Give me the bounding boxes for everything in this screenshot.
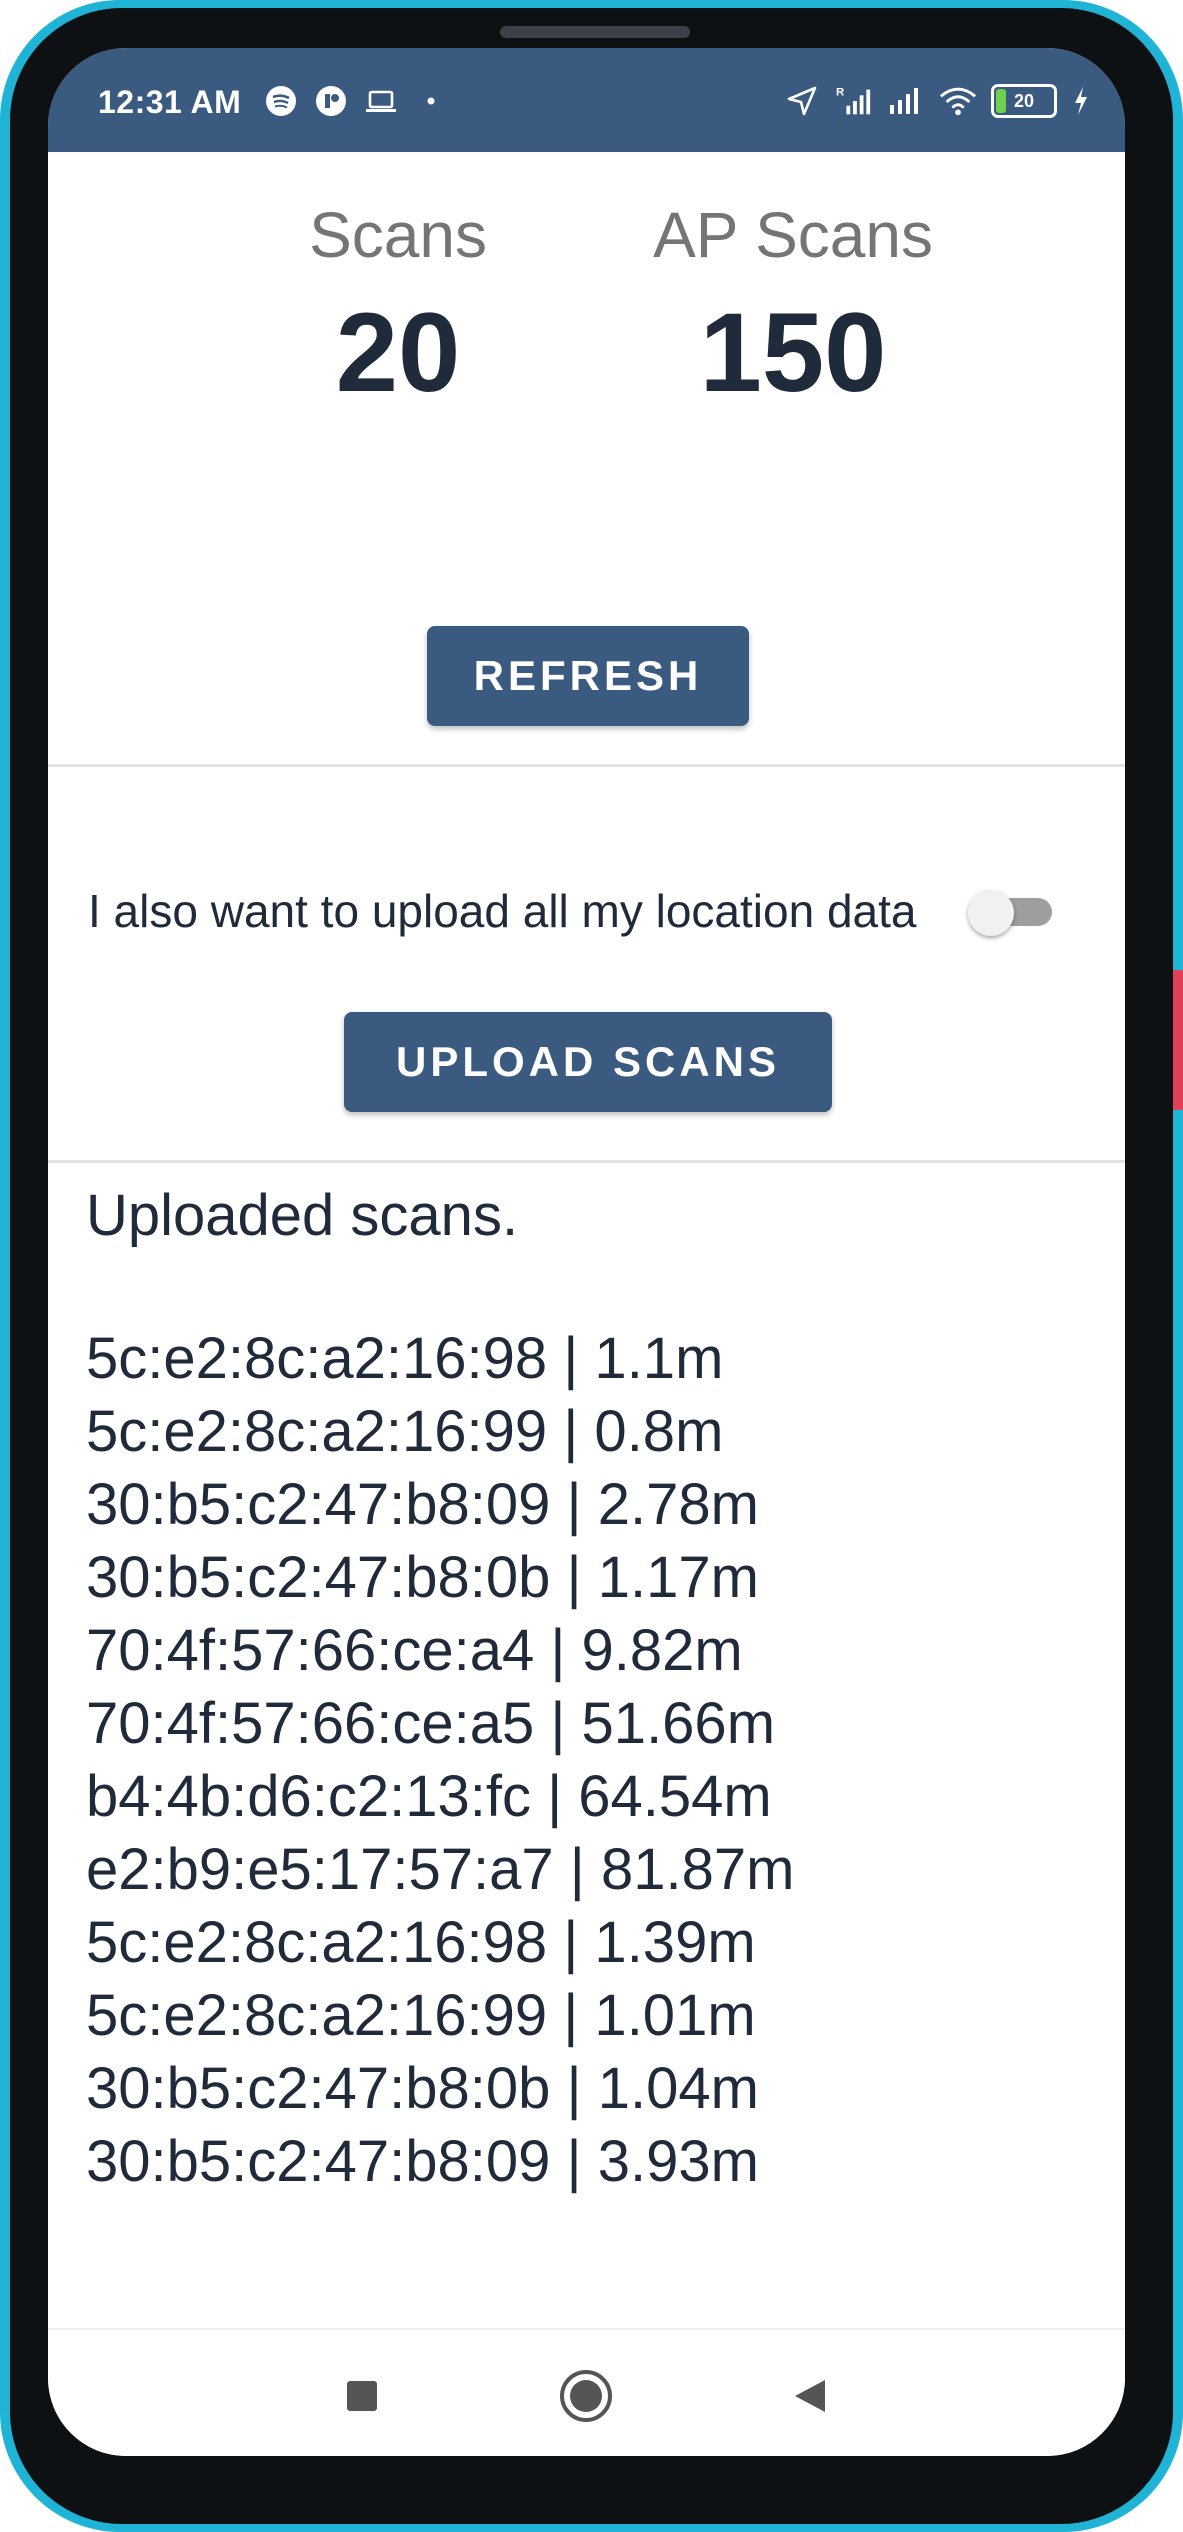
list-item: b4:4b:d6:c2:13:fc | 64.54m — [86, 1764, 772, 1829]
home-circle-icon[interactable] — [554, 2364, 618, 2428]
battery-fill — [996, 89, 1006, 113]
toggle-thumb — [968, 890, 1014, 936]
location-data-toggle[interactable] — [968, 882, 1056, 940]
scans-value: 20 — [335, 290, 461, 415]
list-item: 70:4f:57:66:ce:a4 | 9.82m — [86, 1618, 743, 1683]
uploaded-scans-header: Uploaded scans. — [86, 1183, 519, 1248]
battery-icon: 20 — [991, 84, 1057, 118]
earpiece — [500, 26, 690, 38]
screen: 12:31 AM R 20 Scans 20 AP Scans 150 REFR… — [48, 48, 1125, 2456]
notification-icons — [262, 82, 450, 120]
divider — [48, 1160, 1125, 1163]
signal-roaming-icon: R — [835, 82, 873, 120]
upload-scans-button[interactable]: UPLOAD SCANS — [344, 1012, 832, 1112]
list-item: 5c:e2:8c:a2:16:99 | 0.8m — [86, 1399, 724, 1464]
list-item: 5c:e2:8c:a2:16:99 | 1.01m — [86, 1983, 756, 2048]
status-time: 12:31 AM — [98, 84, 242, 120]
location-toggle-label: I also want to upload all my location da… — [88, 885, 917, 937]
laptop-icon — [362, 82, 400, 120]
list-item: 5c:e2:8c:a2:16:98 | 1.1m — [86, 1326, 724, 1391]
status-bar: 12:31 AM R 20 — [48, 48, 1125, 152]
list-item: e2:b9:e5:17:57:a7 | 81.87m — [86, 1837, 795, 1902]
wifi-icon — [939, 82, 977, 120]
list-item: 30:b5:c2:47:b8:0b | 1.04m — [86, 2056, 759, 2121]
system-icons: R 20 — [783, 82, 1091, 120]
app-icon — [312, 82, 350, 120]
divider — [48, 764, 1125, 767]
svg-text:R: R — [836, 86, 844, 98]
list-item: 70:4f:57:66:ce:a5 | 51.66m — [86, 1691, 776, 1756]
phone-frame: 12:31 AM R 20 Scans 20 AP Scans 150 REFR… — [0, 0, 1183, 2532]
ap-scans-value: 150 — [699, 290, 887, 415]
side-button-power — [1173, 970, 1183, 1110]
recents-square-icon[interactable] — [330, 2364, 394, 2428]
battery-level: 20 — [1013, 90, 1035, 111]
refresh-button[interactable]: REFRESH — [427, 626, 749, 726]
list-item: 30:b5:c2:47:b8:0b | 1.17m — [86, 1545, 759, 1610]
navigation-bar — [48, 2328, 1125, 2456]
ap-scans-label: AP Scans — [653, 199, 933, 271]
charging-icon — [1071, 82, 1091, 120]
spotify-icon — [262, 82, 300, 120]
uploaded-scans-list: 5c:e2:8c:a2:16:98 | 1.1m 5c:e2:8c:a2:16:… — [86, 1322, 794, 2198]
list-item: 30:b5:c2:47:b8:09 | 3.93m — [86, 2129, 759, 2194]
list-item: 5c:e2:8c:a2:16:98 | 1.39m — [86, 1910, 756, 1975]
side-button-volume — [1173, 550, 1183, 810]
back-triangle-icon[interactable] — [778, 2364, 842, 2428]
list-item: 30:b5:c2:47:b8:09 | 2.78m — [86, 1472, 759, 1537]
location-arrow-icon — [783, 82, 821, 120]
scans-label: Scans — [309, 199, 487, 271]
signal-icon — [887, 82, 925, 120]
dot-icon — [412, 82, 450, 120]
